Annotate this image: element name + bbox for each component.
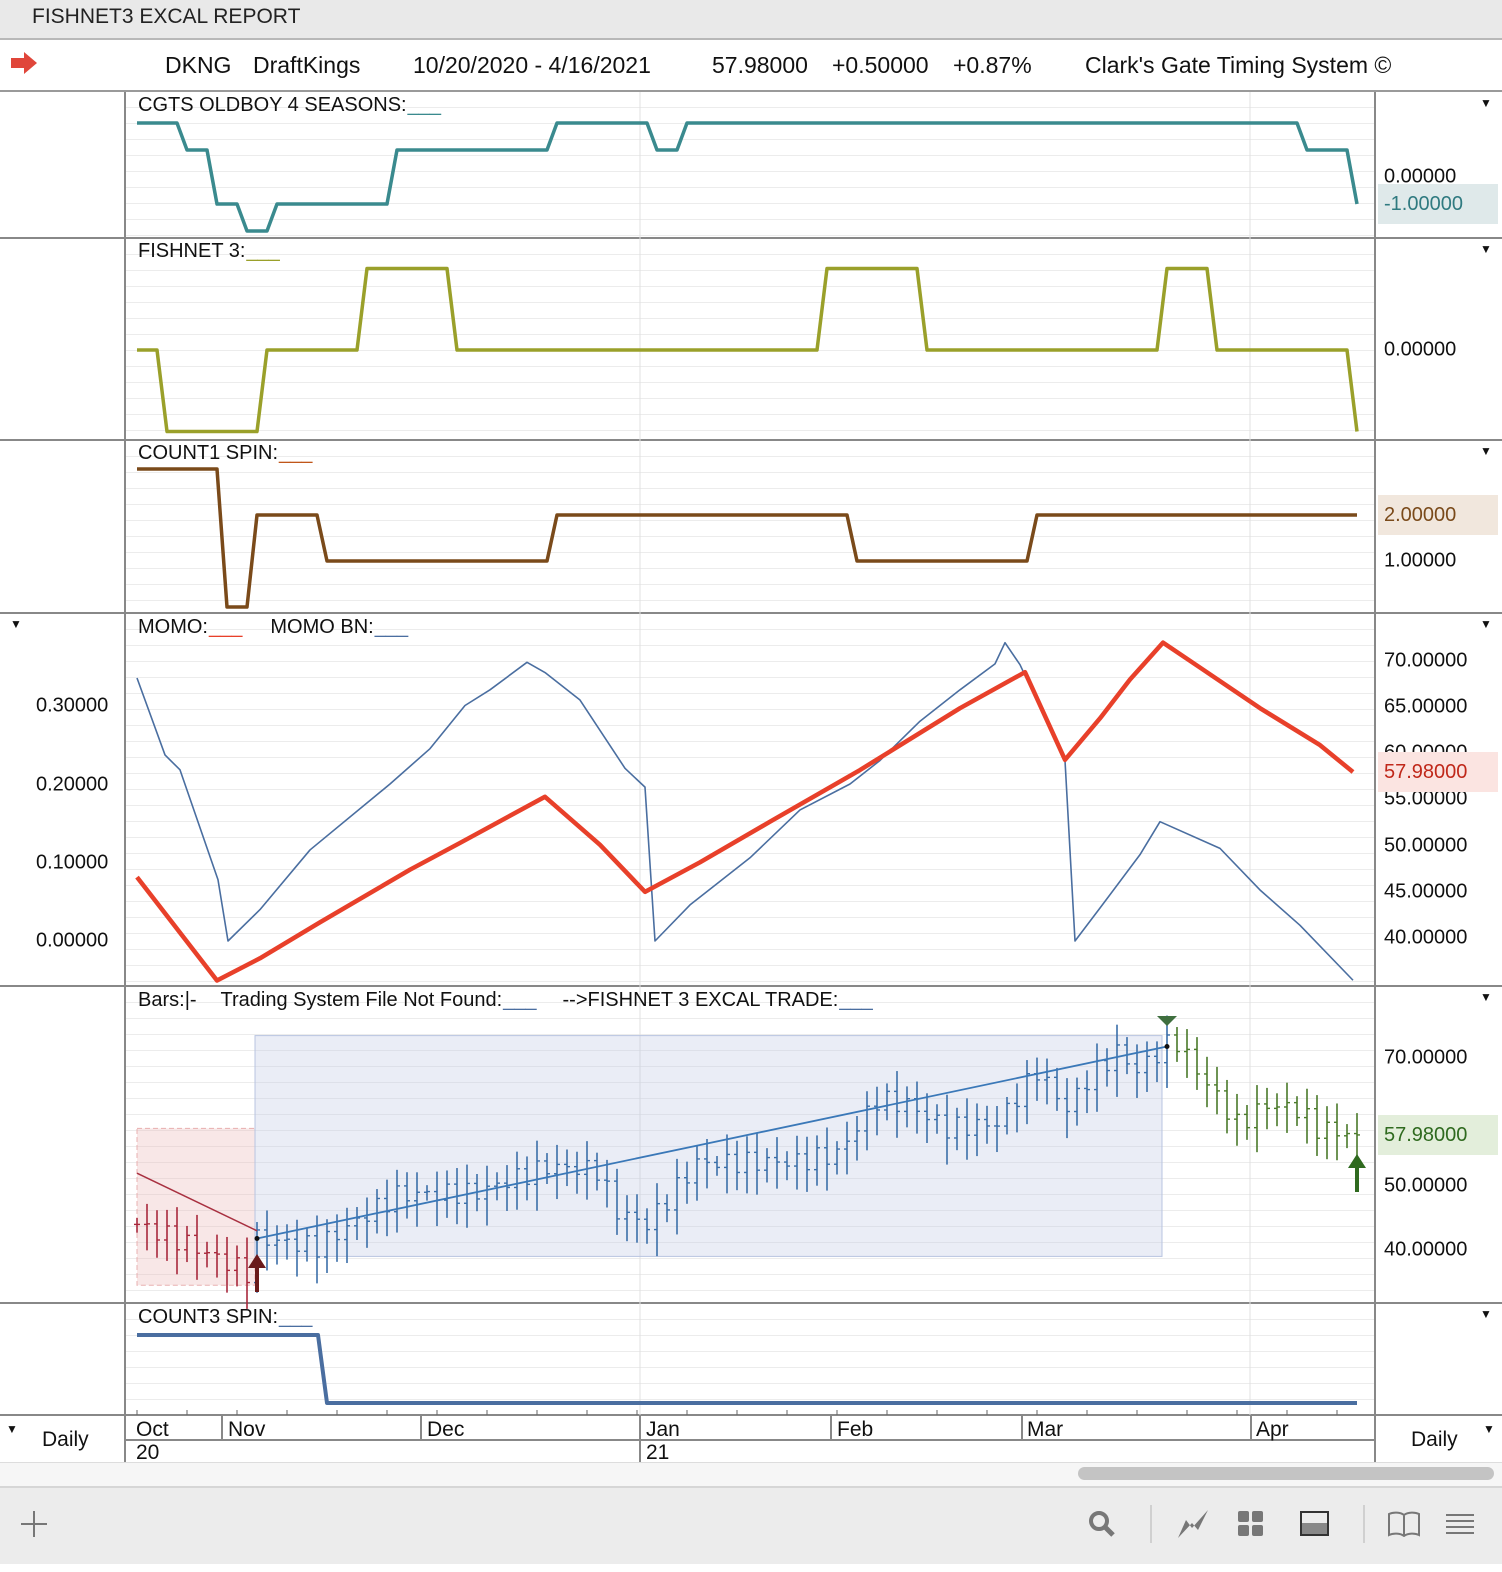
symbol-info-row: DKNG DraftKings 10/20/2020 - 4/16/2021 5… bbox=[0, 40, 1502, 92]
fishnet-legend-swatch: ___ bbox=[246, 240, 280, 262]
count3-title: COUNT3 SPIN:___ bbox=[138, 1306, 313, 1328]
period-label-right[interactable]: Daily bbox=[1411, 1428, 1458, 1452]
period-dropdown-left[interactable]: ▼ bbox=[6, 1422, 18, 1436]
month-label: Jan bbox=[646, 1418, 680, 1441]
axis-label: 50.00000 bbox=[1384, 834, 1468, 857]
panel-menu-dropdown[interactable]: ▼ bbox=[1480, 242, 1492, 256]
plot-area[interactable] bbox=[124, 614, 1376, 985]
plot-area[interactable] bbox=[124, 987, 1376, 1302]
bars-panel bbox=[0, 987, 1502, 1304]
axis-label: 50.00000 bbox=[1384, 1174, 1468, 1197]
axis-label: 65.00000 bbox=[1384, 695, 1468, 718]
count1-title: COUNT1 SPIN:___ bbox=[138, 442, 313, 464]
month-label: Oct bbox=[136, 1418, 169, 1441]
period-dropdown-right[interactable]: ▼ bbox=[1483, 1422, 1495, 1436]
oldboy-title: CGTS OLDBOY 4 SEASONS:___ bbox=[138, 94, 441, 116]
count3-legend-swatch: ___ bbox=[279, 1306, 313, 1328]
axis-label: 1.00000 bbox=[1384, 549, 1457, 572]
axis-label: 0.00000 bbox=[1384, 338, 1457, 361]
window-titlebar: FISHNET3 EXCAL REPORT bbox=[0, 0, 1502, 40]
plot-area[interactable] bbox=[124, 441, 1376, 612]
last-price: 57.98000 bbox=[712, 52, 808, 78]
axis-label: 40.00000 bbox=[1384, 1238, 1468, 1261]
month-label: Nov bbox=[228, 1418, 266, 1441]
panel-icon[interactable] bbox=[1295, 1506, 1335, 1542]
plot-area[interactable] bbox=[124, 239, 1376, 439]
date-range: 10/20/2020 - 4/16/2021 bbox=[413, 52, 651, 78]
left-axis-label: 0.10000 bbox=[36, 851, 109, 874]
current-value-badge: 2.00000 bbox=[1378, 495, 1498, 535]
oldboy-legend-swatch: ___ bbox=[407, 94, 441, 116]
current-value-badge: -1.00000 bbox=[1378, 184, 1498, 224]
arrow-right-icon[interactable] bbox=[10, 50, 38, 82]
line-chart-icon[interactable] bbox=[1173, 1506, 1213, 1542]
symbol: DKNG bbox=[165, 52, 232, 78]
current-value-badge: 57.98000 bbox=[1378, 1115, 1498, 1155]
fishnet-title: FISHNET 3:___ bbox=[138, 240, 280, 262]
panel-menu-dropdown[interactable]: ▼ bbox=[1480, 96, 1492, 110]
price-change: +0.50000 bbox=[832, 52, 929, 78]
momo-title: MOMO:___ MOMO BN:___ bbox=[138, 616, 409, 638]
momo-panel bbox=[0, 614, 1502, 987]
company-name: DraftKings bbox=[253, 52, 361, 78]
count1-legend-swatch: ___ bbox=[279, 442, 313, 464]
axis-label: 45.00000 bbox=[1384, 880, 1468, 903]
fishnet-panel bbox=[0, 239, 1502, 441]
period-label-left[interactable]: Daily bbox=[42, 1428, 89, 1452]
count1-panel bbox=[0, 441, 1502, 614]
momo-legend-swatch: ___ bbox=[209, 616, 243, 638]
horizontal-scrollbar-thumb[interactable] bbox=[1078, 1467, 1494, 1480]
month-label: Feb bbox=[837, 1418, 874, 1441]
left-axis-dropdown[interactable]: ▼ bbox=[10, 617, 22, 631]
left-axis-label: 0.20000 bbox=[36, 773, 109, 796]
add-icon[interactable] bbox=[14, 1506, 54, 1542]
left-axis-label: 0.30000 bbox=[36, 694, 109, 717]
momo-bn-legend-swatch: ___ bbox=[374, 616, 409, 638]
axis-label: 70.00000 bbox=[1384, 1046, 1468, 1069]
search-icon[interactable] bbox=[1082, 1506, 1122, 1542]
left-axis-label: 0.00000 bbox=[36, 929, 109, 952]
month-label: Apr bbox=[1256, 1418, 1289, 1441]
grid-icon[interactable] bbox=[1231, 1506, 1271, 1542]
panel-menu-dropdown[interactable]: ▼ bbox=[1480, 444, 1492, 458]
axis-label: 70.00000 bbox=[1384, 649, 1468, 672]
menu-icon[interactable] bbox=[1440, 1506, 1480, 1542]
system-name: Clark's Gate Timing System © bbox=[1085, 52, 1392, 78]
panel-menu-dropdown[interactable]: ▼ bbox=[1480, 1307, 1492, 1321]
month-label: Dec bbox=[427, 1418, 465, 1441]
bars-title: Bars:|- Trading System File Not Found:___… bbox=[138, 989, 873, 1011]
panel-menu-dropdown[interactable]: ▼ bbox=[1480, 990, 1492, 1004]
book-icon[interactable] bbox=[1384, 1506, 1424, 1542]
month-label: Mar bbox=[1027, 1418, 1064, 1441]
panel-menu-dropdown[interactable]: ▼ bbox=[1480, 617, 1492, 631]
current-value-badge: 57.98000 bbox=[1378, 752, 1498, 792]
axis-label: 40.00000 bbox=[1384, 926, 1468, 949]
bottom-toolbar bbox=[0, 1486, 1502, 1564]
price-change-percent: +0.87% bbox=[953, 52, 1032, 78]
window-title: FISHNET3 EXCAL REPORT bbox=[32, 5, 301, 28]
